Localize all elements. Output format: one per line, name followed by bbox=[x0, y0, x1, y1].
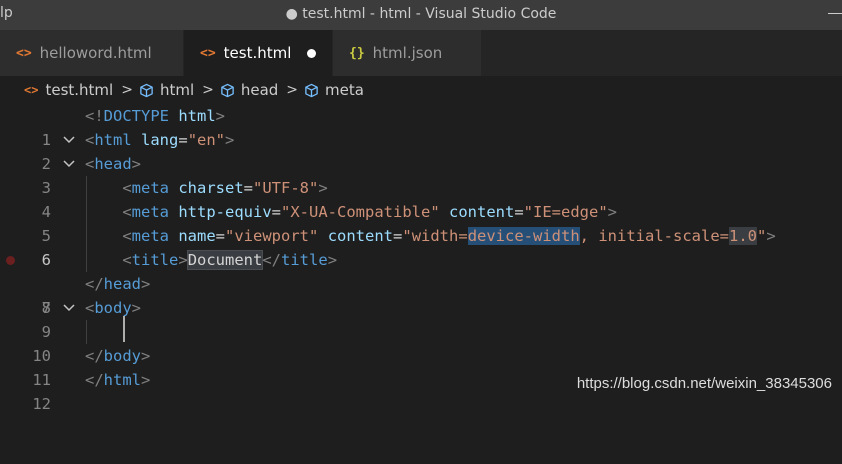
code-token: "viewport" bbox=[225, 227, 319, 245]
code-line[interactable]: 11 </body> bbox=[0, 344, 842, 389]
window-title: ● test.html - html - Visual Studio Code bbox=[285, 6, 557, 22]
code-token: html bbox=[103, 371, 141, 389]
tab-helloword-html[interactable]: <> helloword.html bbox=[0, 30, 183, 76]
code-token: http-equiv bbox=[178, 203, 272, 221]
code-line[interactable]: 4 <meta charset="UTF-8"> bbox=[0, 176, 842, 221]
chevron-down-icon[interactable] bbox=[62, 128, 76, 152]
tab-label: test.html bbox=[223, 44, 292, 62]
code-token: "en" bbox=[187, 131, 226, 149]
code-token: content bbox=[327, 227, 394, 245]
code-token: content bbox=[449, 203, 515, 221]
highlighted-text: 1.0 bbox=[728, 227, 757, 245]
code-token: head bbox=[94, 155, 132, 173]
code-editor[interactable]: 1 <!DOCTYPE html> 2 <html lang="en"> 3 <… bbox=[0, 104, 842, 413]
code-token: title bbox=[131, 251, 179, 269]
code-token: html bbox=[94, 131, 132, 149]
code-line[interactable]: 8 </head> bbox=[0, 272, 842, 317]
text-cursor bbox=[123, 316, 125, 342]
code-line[interactable]: 9 <body> bbox=[0, 296, 842, 341]
code-token: charset bbox=[178, 179, 244, 197]
code-token: body bbox=[94, 299, 132, 317]
code-token: " bbox=[756, 227, 767, 245]
tab-label: html.json bbox=[372, 44, 443, 62]
element-cube-icon bbox=[140, 83, 153, 97]
code-line[interactable]: 7 <title>Document</title> bbox=[0, 248, 842, 317]
chevron-down-icon[interactable] bbox=[62, 152, 76, 176]
selected-text: device-width bbox=[467, 227, 580, 245]
code-token: head bbox=[103, 275, 141, 293]
code-line[interactable]: 10 bbox=[0, 320, 842, 365]
tab-html-json[interactable]: {} html.json bbox=[333, 30, 481, 76]
breadcrumb-file[interactable]: test.html bbox=[45, 81, 113, 99]
json-braces-icon: {} bbox=[349, 45, 365, 61]
breakpoint-dot-icon[interactable] bbox=[6, 256, 15, 265]
minimize-icon[interactable] bbox=[828, 13, 842, 14]
code-token: "X-UA-Compatible" bbox=[281, 203, 440, 221]
code-token: "IE=edge" bbox=[523, 203, 608, 221]
html-icon: <> bbox=[200, 45, 216, 61]
code-line[interactable]: 1 <!DOCTYPE html> bbox=[0, 104, 842, 149]
breadcrumb-item-meta[interactable]: meta bbox=[325, 81, 364, 99]
code-line[interactable]: 2 <html lang="en"> bbox=[0, 128, 842, 173]
breadcrumb-item-html[interactable]: html bbox=[160, 81, 194, 99]
code-token: body bbox=[103, 347, 141, 365]
code-token: meta bbox=[131, 203, 169, 221]
breadcrumb: <> test.html > html > head > meta bbox=[0, 76, 842, 104]
tab-test-html[interactable]: <> test.html bbox=[184, 30, 332, 76]
chevron-right-icon: > bbox=[121, 82, 133, 98]
html-icon: <> bbox=[16, 45, 32, 61]
code-token: "UTF-8" bbox=[253, 179, 319, 197]
chevron-right-icon: > bbox=[202, 82, 214, 98]
code-line[interactable]: 3 <head> bbox=[0, 152, 842, 197]
chevron-down-icon[interactable] bbox=[62, 296, 76, 320]
code-token: DOCTYPE bbox=[103, 107, 169, 125]
tab-bar: <> helloword.html <> test.html {} html.j… bbox=[0, 30, 842, 76]
code-token: meta bbox=[131, 179, 169, 197]
element-cube-icon bbox=[305, 83, 318, 97]
code-token: , initial-scale= bbox=[579, 227, 729, 245]
code-line-current[interactable]: 6 <meta name="viewport" content="width=d… bbox=[0, 224, 842, 269]
code-token: meta bbox=[131, 227, 169, 245]
code-line[interactable]: 5 <meta http-equiv="X-UA-Compatible" con… bbox=[0, 200, 842, 245]
code-token: title bbox=[281, 251, 328, 269]
title-bar: lp ● test.html - html - Visual Studio Co… bbox=[0, 0, 842, 30]
html-icon: <> bbox=[24, 83, 39, 97]
code-token: "width= bbox=[402, 227, 468, 245]
code-token: <! bbox=[85, 107, 104, 125]
code-token: lang bbox=[141, 131, 179, 149]
code-token: name bbox=[178, 227, 216, 245]
element-cube-icon bbox=[221, 83, 234, 97]
unsaved-dot-icon[interactable] bbox=[307, 49, 316, 58]
breadcrumb-item-head[interactable]: head bbox=[241, 81, 278, 99]
code-token: html bbox=[178, 107, 216, 125]
tab-label: helloword.html bbox=[39, 44, 152, 62]
chevron-right-icon: > bbox=[286, 82, 299, 98]
watermark: https://blog.csdn.net/weixin_38345306 bbox=[576, 375, 832, 392]
line-number: 12 bbox=[32, 395, 51, 413]
code-token: > bbox=[215, 107, 226, 125]
highlighted-text: Document bbox=[186, 250, 264, 270]
